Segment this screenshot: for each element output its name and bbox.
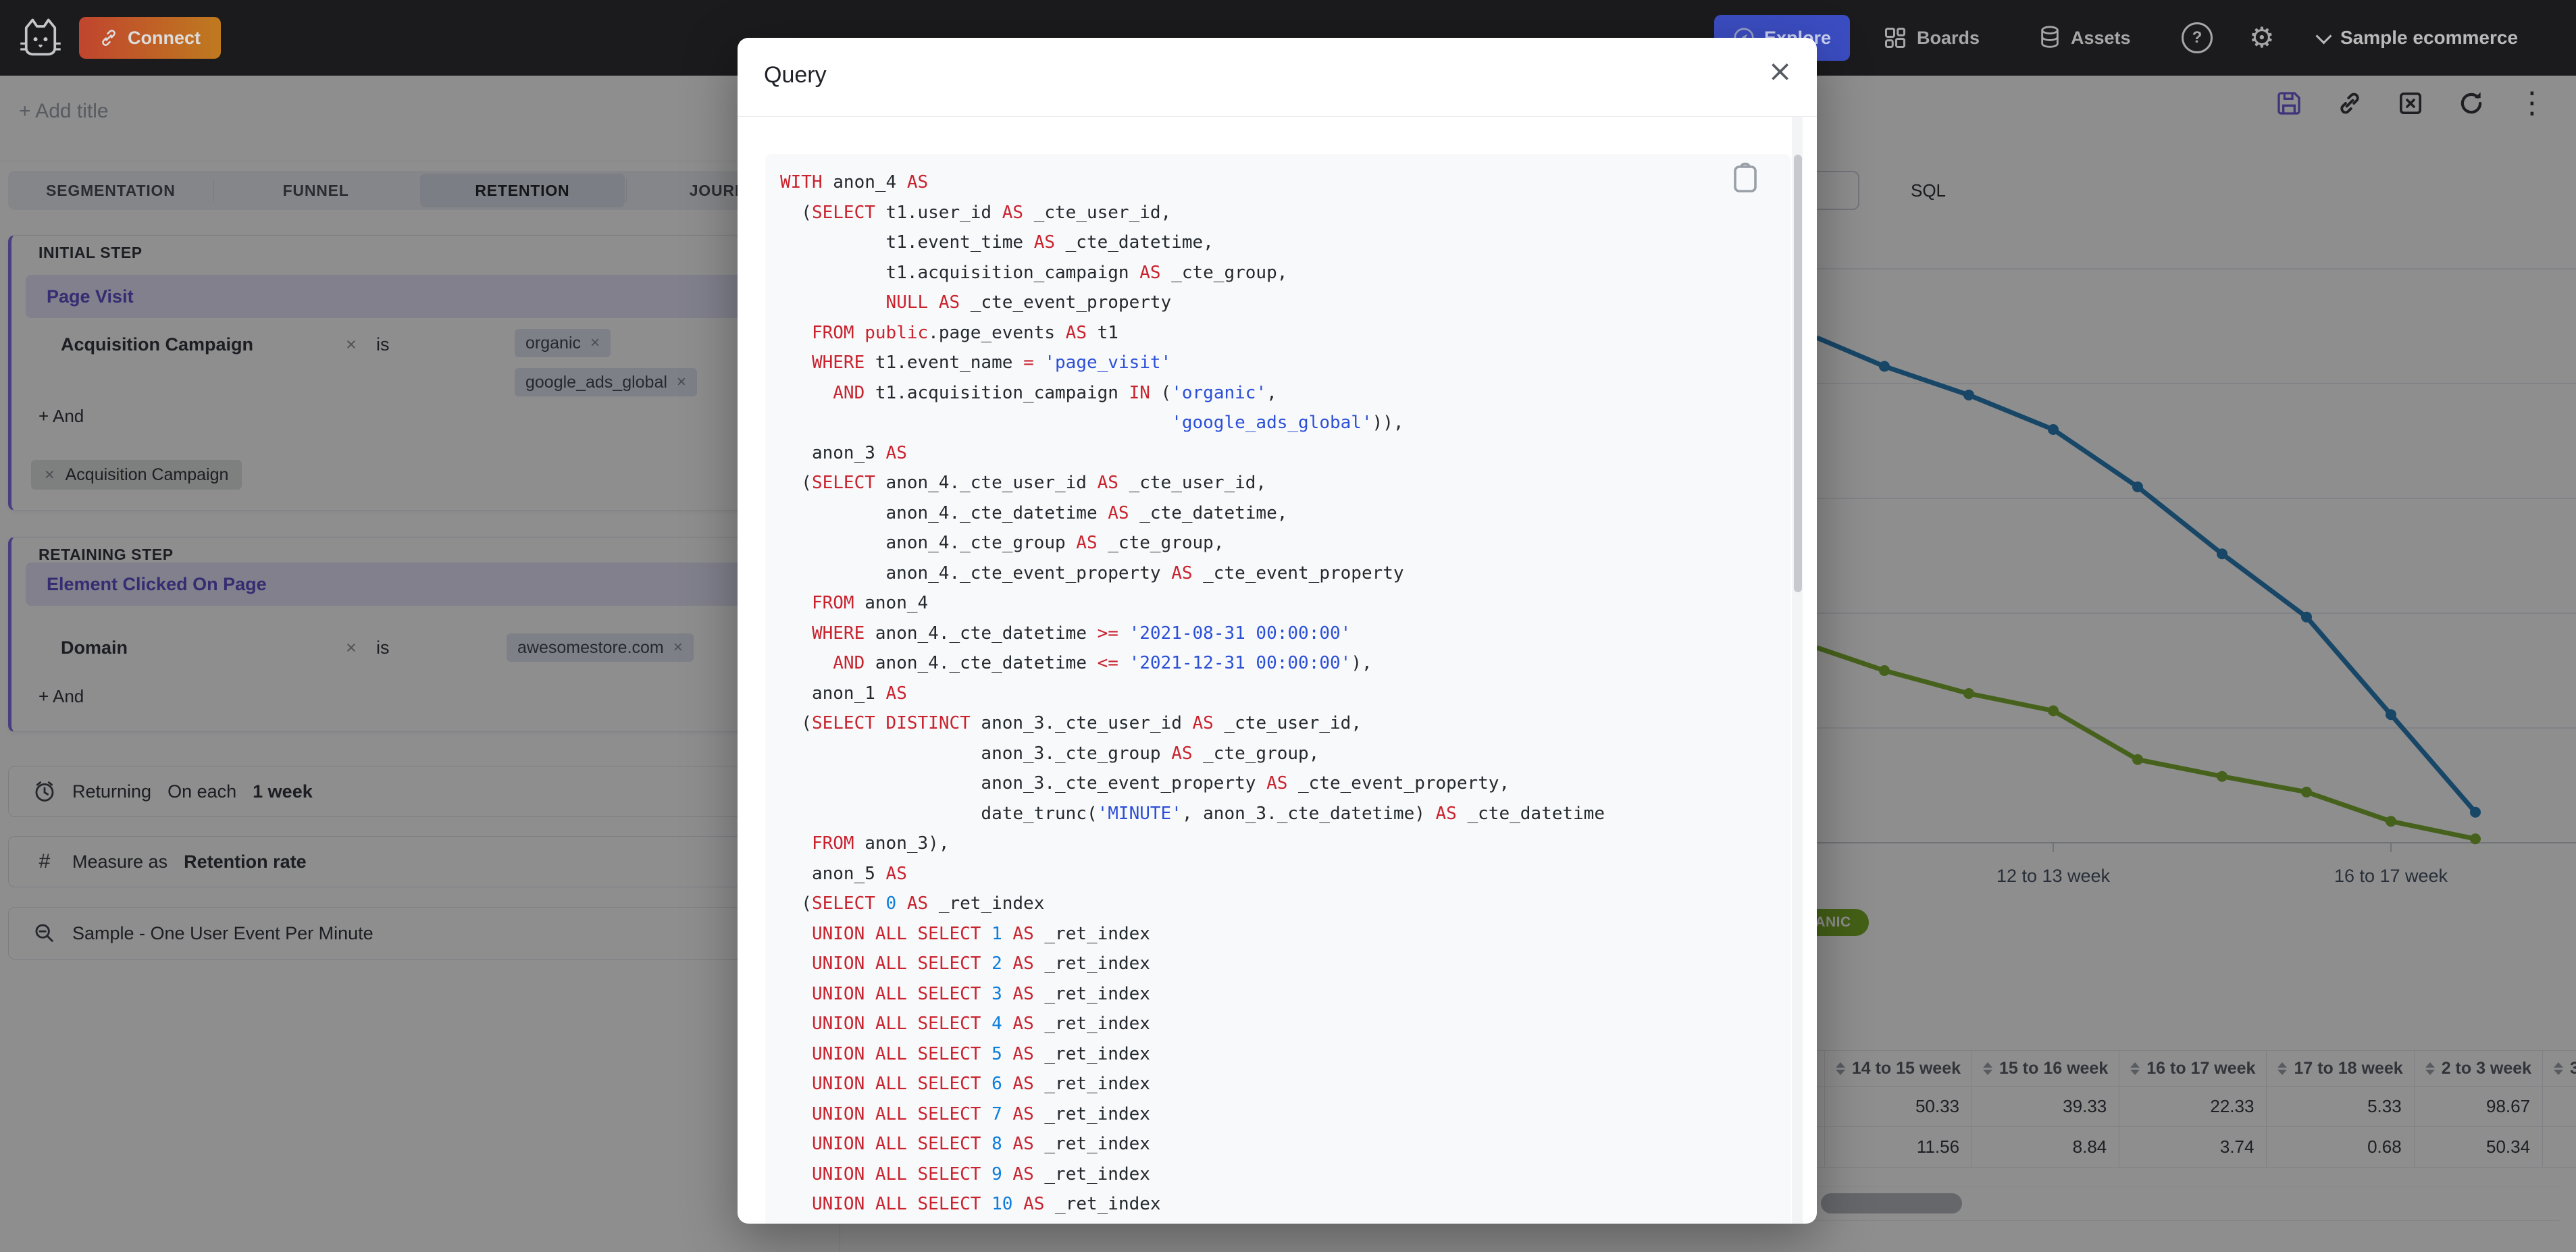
sql-code-line: UNION ALL SELECT 5 AS _ret_index [811,1043,1150,1064]
sql-code-line: AND anon_4._cte_datetime <= '2021-12-31 … [833,653,1372,673]
close-icon[interactable]: × [1768,57,1793,86]
sql-code-line: WHERE anon_4._cte_datetime >= '2021-08-3… [811,623,1351,644]
sql-code-line: AND t1.acquisition_campaign IN ('organic… [833,382,1277,403]
sql-code-line: UNION ALL SELECT 9 AS _ret_index [811,1164,1150,1184]
sql-code-line: NULL AS _cte_event_property [885,292,1172,313]
sql-code-line: UNION ALL SELECT 6 AS _ret_index [811,1074,1150,1094]
sql-code-line: UNION ALL SELECT 1 AS _ret_index [811,923,1150,944]
sql-code-line: t1.acquisition_campaign AS _cte_group, [780,262,1288,283]
help-glyph: ? [2192,28,2203,47]
sql-code-line: anon_3._cte_event_property AS _cte_event… [780,773,1510,793]
sql-code-line: UNION ALL SELECT 7 AS _ret_index [811,1103,1150,1124]
gear-glyph: ⚙ [2249,21,2275,54]
sql-code-line: anon_3 AS [780,442,907,463]
sql-code-line: FROM anon_4 [811,593,929,613]
sql-code-line: (SELECT anon_4._cte_user_id AS _cte_user… [780,473,1267,493]
sql-code-line: date_trunc('MINUTE', anon_3._cte_datetim… [780,803,1605,824]
sql-code-line: (SELECT DISTINCT anon_3._cte_user_id AS … [780,713,1362,733]
sql-code-line: anon_5 AS [780,863,907,884]
workspace-label: Sample ecommerce [2340,27,2519,48]
modal-scrollbar-track[interactable] [1793,117,1803,1224]
sql-code-line: WITH anon_4 AS [780,172,929,192]
nav-assets[interactable]: Assets [2038,25,2131,51]
nav-boards[interactable]: Boards [1883,26,1980,50]
connect-label: Connect [128,27,201,48]
sql-code-line: anon_4._cte_event_property AS _cte_event… [780,563,1404,583]
sql-code-line: UNION ALL SELECT 2 AS _ret_index [811,954,1150,974]
modal-header: Query × [738,38,1817,117]
sql-code-panel: WITH anon_4 AS (SELECT t1.user_id AS _ct… [765,154,1791,1224]
query-modal: Query × WITH anon_4 AS (SELECT t1.user_i… [738,38,1817,1224]
modal-title: Query [764,62,827,88]
sql-code: WITH anon_4 AS (SELECT t1.user_id AS _ct… [765,154,1791,1224]
sql-code-line: t1.event_time AS _cte_datetime, [780,232,1214,253]
settings-gear-icon[interactable]: ⚙ [2249,24,2275,52]
copy-icon[interactable] [1732,162,1761,197]
chevron-down-icon [2315,27,2332,45]
sql-code-line: FROM public.page_events AS t1 [811,322,1118,343]
sql-code-line: (SELECT t1.user_id AS _cte_user_id, [780,202,1172,223]
assets-database-icon [2041,26,2059,48]
sql-code-line: 'google_ads_global')), [1171,413,1404,433]
workspace-selector[interactable]: Sample ecommerce [2315,27,2519,49]
app-root: Connect Explore Boards Assets [0,0,2576,1252]
assets-label: Assets [2071,27,2131,48]
sql-code-line: anon_1 AS [780,683,907,704]
sql-code-line: anon_4._cte_group AS _cte_group, [780,533,1225,553]
sql-code-line: anon_4._cte_datetime AS _cte_datetime, [780,502,1288,523]
sql-code-line: UNION ALL SELECT 8 AS _ret_index [811,1134,1150,1154]
boards-label: Boards [1917,27,1980,48]
sql-code-line: (SELECT 0 AS _ret_index [780,893,1045,914]
sql-code-line: UNION ALL SELECT 11 AS _ret_index [780,1220,1791,1224]
modal-scrollbar-thumb[interactable] [1794,155,1802,592]
sql-code-line: FROM anon_3), [811,833,950,854]
connect-button[interactable]: Connect [79,17,221,59]
sql-code-line: anon_3._cte_group AS _cte_group, [780,743,1320,764]
sql-code-line: UNION ALL SELECT 10 AS _ret_index [811,1194,1161,1214]
sql-code-line: WHERE t1.event_name = 'page_visit' [811,353,1172,373]
sql-code-line: UNION ALL SELECT 3 AS _ret_index [811,983,1150,1004]
boards-grid-icon [1885,28,1905,48]
sql-code-line: UNION ALL SELECT 4 AS _ret_index [811,1014,1150,1034]
mitzu-cat-logo-icon[interactable] [18,15,63,61]
help-icon[interactable]: ? [2182,22,2213,53]
link-icon [102,30,115,46]
